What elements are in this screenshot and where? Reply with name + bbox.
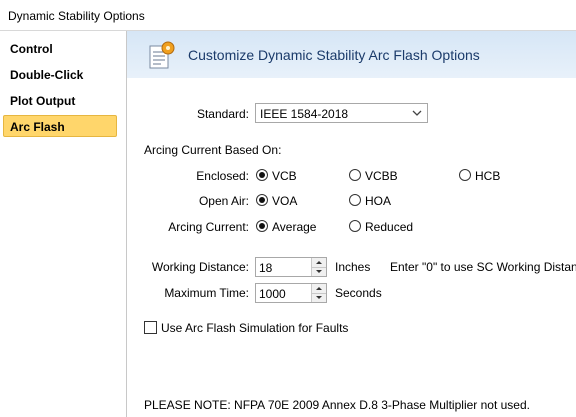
radio-reduced[interactable] <box>349 220 361 232</box>
stepper-buttons <box>311 284 326 302</box>
radio-hcb[interactable] <box>459 169 471 181</box>
radio-vcb-label: VCB <box>272 169 297 183</box>
window-title: Dynamic Stability Options <box>8 9 145 23</box>
sidebar: Control Double-Click Plot Output Arc Fla… <box>0 31 127 417</box>
radio-vcbb[interactable] <box>349 169 361 181</box>
arc-flash-simulation-label[interactable]: Use Arc Flash Simulation for Faults <box>161 321 348 335</box>
stepper-buttons <box>311 258 326 276</box>
enclosed-label: Enclosed: <box>196 169 249 183</box>
maximum-time-stepper[interactable]: 1000 <box>255 283 327 303</box>
working-distance-unit: Inches <box>335 260 371 274</box>
radio-voa-label: VOA <box>272 194 298 208</box>
radio-hcb-label: HCB <box>475 169 501 183</box>
arcing-current-section-label: Arcing Current Based On: <box>144 143 282 157</box>
open-air-label: Open Air: <box>198 194 249 208</box>
sidebar-item-arc-flash[interactable]: Arc Flash <box>3 115 117 137</box>
sidebar-item-control[interactable]: Control <box>3 37 117 59</box>
radio-average[interactable] <box>256 220 268 232</box>
radio-average-label: Average <box>272 220 317 234</box>
decrement-arrow-icon[interactable] <box>312 293 326 302</box>
radio-hoa[interactable] <box>349 194 361 206</box>
radio-reduced-label: Reduced <box>365 220 414 234</box>
standard-label: Standard: <box>196 107 249 121</box>
nfpa-note: PLEASE NOTE: NFPA 70E 2009 Annex D.8 3-P… <box>144 398 530 412</box>
working-distance-stepper[interactable]: 18 <box>255 257 327 277</box>
maximum-time-label: Maximum Time: <box>164 286 249 300</box>
settings-document-icon <box>149 41 175 69</box>
arcing-current-label: Arcing Current: <box>168 220 249 234</box>
working-distance-value: 18 <box>259 261 273 275</box>
panel-title: Customize Dynamic Stability Arc Flash Op… <box>188 47 480 63</box>
radio-hoa-label: HOA <box>365 194 392 208</box>
panel-header: Customize Dynamic Stability Arc Flash Op… <box>127 31 576 78</box>
arc-flash-simulation-checkbox[interactable] <box>144 321 157 334</box>
sidebar-item-double-click[interactable]: Double-Click <box>3 63 117 85</box>
maximum-time-unit: Seconds <box>335 286 382 300</box>
radio-vcb[interactable] <box>256 169 268 181</box>
chevron-down-icon[interactable] <box>409 105 425 121</box>
working-distance-hint: Enter "0" to use SC Working Distance. <box>390 260 576 274</box>
radio-vcbb-label: VCBB <box>365 169 398 183</box>
decrement-arrow-icon[interactable] <box>312 267 326 276</box>
title-bar: Dynamic Stability Options <box>0 0 576 31</box>
standard-value: IEEE 1584-2018 <box>260 107 349 121</box>
standard-dropdown[interactable]: IEEE 1584-2018 <box>255 103 428 123</box>
options-panel: Customize Dynamic Stability Arc Flash Op… <box>127 31 576 417</box>
radio-voa[interactable] <box>256 194 268 206</box>
sidebar-item-plot-output[interactable]: Plot Output <box>3 89 117 111</box>
maximum-time-value: 1000 <box>259 287 286 301</box>
working-distance-label: Working Distance: <box>151 260 249 274</box>
